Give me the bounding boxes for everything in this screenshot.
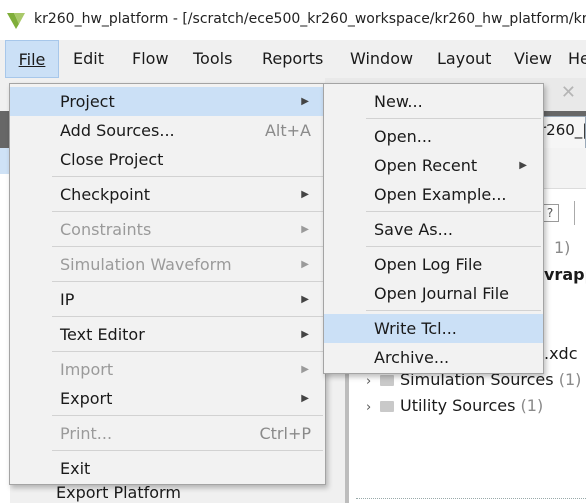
menu-separator (366, 118, 541, 119)
menu-item-label: Archive... (374, 348, 450, 367)
menu-item-save-as[interactable]: Save As... (324, 215, 543, 244)
menu-separator (52, 246, 323, 247)
menu-item-new[interactable]: New... (324, 87, 543, 116)
menu-item-print[interactable]: Print... Ctrl+P (10, 419, 325, 448)
menu-file[interactable]: File (5, 40, 59, 78)
menu-item-label: Write Tcl... (374, 319, 457, 338)
menu-item-label: Open... (374, 127, 432, 146)
count-fragment: 1) (554, 238, 571, 257)
menu-separator (52, 176, 323, 177)
tree-item-utility-sources[interactable]: › Utility Sources (1) (366, 393, 543, 419)
dotted-divider (356, 498, 586, 499)
chevron-right-icon: ▶ (301, 189, 309, 200)
menu-separator (366, 246, 541, 247)
chevron-right-icon: › (366, 400, 372, 415)
flow-item-export-platform[interactable]: Export Platform (56, 483, 181, 502)
menu-item-label: Import (60, 360, 114, 379)
tree-count: (1) (520, 396, 544, 415)
menu-separator (52, 450, 323, 451)
menu-help[interactable]: He (568, 40, 586, 78)
close-x-icon: ✕ (560, 82, 576, 103)
menu-item-exit[interactable]: Exit (10, 454, 325, 483)
chevron-right-icon: ▶ (301, 259, 309, 270)
window-title: kr260_hw_platform - [/scratch/ece500_kr2… (34, 11, 586, 27)
menu-item-label: Open Log File (374, 255, 483, 274)
menu-separator (366, 310, 541, 311)
chevron-right-icon: ▶ (519, 160, 527, 171)
shortcut-label: Ctrl+P (259, 424, 311, 443)
menu-item-open-log-file[interactable]: Open Log File (324, 250, 543, 279)
menu-separator (52, 415, 323, 416)
menu-item-label: IP (60, 290, 75, 309)
chevron-right-icon: ▶ (301, 294, 309, 305)
menu-item-label: Project (60, 92, 115, 111)
menu-flow[interactable]: Flow (132, 40, 169, 78)
menu-item-label: Constraints (60, 220, 152, 239)
chevron-right-icon: ▶ (301, 393, 309, 404)
menu-item-checkpoint[interactable]: Checkpoint ▶ (10, 180, 325, 209)
menu-item-import[interactable]: Import ▶ (10, 355, 325, 384)
menu-separator (52, 281, 323, 282)
menu-item-label: Save As... (374, 220, 453, 239)
menu-edit[interactable]: Edit (73, 40, 104, 78)
tree-label: Utility Sources (400, 396, 516, 415)
menu-separator (52, 211, 323, 212)
menu-item-label: Simulation Waveform (60, 255, 232, 274)
menu-item-close-project[interactable]: Close Project (10, 145, 325, 174)
xdc-fragment: .xdc (544, 344, 578, 363)
menu-item-project[interactable]: Project ▶ (10, 87, 325, 116)
file-menu: Project ▶ Add Sources... Alt+A Close Proje… (9, 83, 326, 485)
menu-item-write-tcl[interactable]: Write Tcl... (324, 314, 543, 343)
menu-item-archive[interactable]: Archive... (324, 343, 543, 372)
menu-item-label: Close Project (60, 150, 164, 169)
menu-item-label: Open Journal File (374, 284, 510, 303)
menu-window[interactable]: Window (350, 40, 413, 78)
menu-file-label: File (18, 50, 46, 69)
toolbar-divider (574, 201, 575, 225)
menu-item-open-example[interactable]: Open Example... (324, 180, 543, 209)
title-bar: kr260_hw_platform - [/scratch/ece500_kr2… (0, 0, 586, 40)
menu-item-label: Exit (60, 459, 91, 478)
menu-view[interactable]: View (514, 40, 552, 78)
chevron-right-icon: ▶ (301, 96, 309, 107)
menu-item-label: Text Editor (60, 325, 145, 344)
chevron-right-icon: ▶ (301, 329, 309, 340)
menu-bar: File Edit Flow Tools Reports Window Layo… (0, 40, 586, 78)
menu-item-label: Checkpoint (60, 185, 151, 204)
menu-item-label: Print... (60, 424, 113, 443)
menu-item-label: Open Recent (374, 156, 478, 175)
menu-reports[interactable]: Reports (262, 40, 323, 78)
vivado-logo-icon (7, 13, 25, 29)
menu-item-ip[interactable]: IP ▶ (10, 285, 325, 314)
tree-count: (1) (558, 370, 582, 389)
menu-item-label: Add Sources... (60, 121, 175, 140)
menu-item-simulation-waveform[interactable]: Simulation Waveform ▶ (10, 250, 325, 279)
chevron-right-icon: ▶ (301, 224, 309, 235)
menu-item-text-editor[interactable]: Text Editor ▶ (10, 320, 325, 349)
folder-icon (380, 401, 394, 412)
menu-item-export[interactable]: Export ▶ (10, 384, 325, 413)
menu-separator (52, 316, 323, 317)
menu-item-label: Export (60, 389, 113, 408)
menu-item-open-recent[interactable]: Open Recent ▶ (324, 151, 543, 180)
menu-layout[interactable]: Layout (437, 40, 491, 78)
menu-item-label: New... (374, 92, 423, 111)
menu-item-add-sources[interactable]: Add Sources... Alt+A (10, 116, 325, 145)
menu-item-open[interactable]: Open... (324, 122, 543, 151)
menu-separator (366, 211, 541, 212)
project-submenu: New... Open... Open Recent ▶ Open Example… (323, 83, 544, 374)
shortcut-label: Alt+A (264, 121, 311, 140)
menu-item-constraints[interactable]: Constraints ▶ (10, 215, 325, 244)
menu-item-open-journal-file[interactable]: Open Journal File (324, 279, 543, 308)
folder-icon (380, 375, 394, 386)
chevron-right-icon: ▶ (301, 364, 309, 375)
menu-item-label: Open Example... (374, 185, 507, 204)
menu-separator (52, 351, 323, 352)
wrapper-fragment: vrapp (544, 265, 586, 284)
menu-tools[interactable]: Tools (193, 40, 232, 78)
